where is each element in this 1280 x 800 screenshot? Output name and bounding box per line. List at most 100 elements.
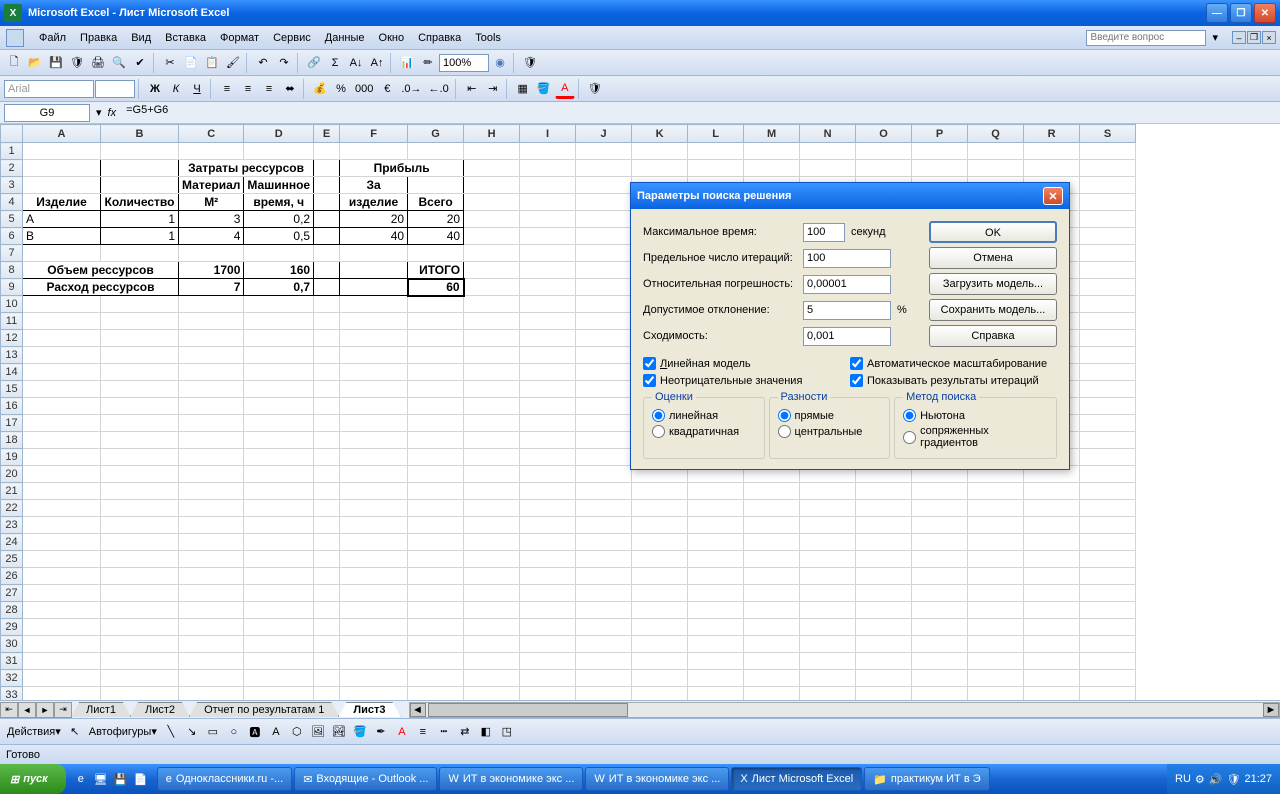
cell[interactable]: [314, 415, 340, 432]
cell[interactable]: [179, 670, 244, 687]
cell[interactable]: [408, 653, 464, 670]
cell[interactable]: [576, 585, 632, 602]
row-header[interactable]: 7: [1, 245, 23, 262]
cell[interactable]: [244, 653, 314, 670]
dialog-titlebar[interactable]: Параметры поиска решения ✕: [631, 183, 1069, 209]
col-header[interactable]: M: [744, 125, 800, 143]
cell[interactable]: [576, 364, 632, 381]
cell[interactable]: [314, 636, 340, 653]
cell[interactable]: [576, 449, 632, 466]
cell[interactable]: 0,2: [244, 211, 314, 228]
cell[interactable]: [576, 432, 632, 449]
cell[interactable]: [101, 296, 179, 313]
row-header[interactable]: 12: [1, 330, 23, 347]
cell[interactable]: [744, 585, 800, 602]
cell[interactable]: [1024, 551, 1080, 568]
cell[interactable]: [244, 619, 314, 636]
cell[interactable]: [408, 381, 464, 398]
cell[interactable]: [340, 245, 408, 262]
cell[interactable]: Затраты рессурсов: [179, 160, 314, 177]
cell[interactable]: [968, 687, 1024, 701]
col-header[interactable]: H: [464, 125, 520, 143]
cell[interactable]: [340, 143, 408, 160]
cell[interactable]: [464, 568, 520, 585]
menu-data[interactable]: Данные: [318, 29, 372, 47]
wordart-icon[interactable]: A: [266, 722, 286, 742]
line-icon[interactable]: ╲: [161, 722, 181, 742]
cell[interactable]: [464, 483, 520, 500]
cell[interactable]: [800, 653, 856, 670]
cell[interactable]: [968, 160, 1024, 177]
row-header[interactable]: 22: [1, 500, 23, 517]
cell[interactable]: [408, 568, 464, 585]
cell[interactable]: [1080, 432, 1136, 449]
cell[interactable]: [23, 296, 101, 313]
cell[interactable]: [23, 143, 101, 160]
cell[interactable]: [520, 279, 576, 296]
cell[interactable]: [464, 296, 520, 313]
row-header[interactable]: 11: [1, 313, 23, 330]
cell[interactable]: [520, 177, 576, 194]
cell[interactable]: 1700: [179, 262, 244, 279]
cell[interactable]: [340, 347, 408, 364]
cell[interactable]: [23, 449, 101, 466]
cell[interactable]: 0,7: [244, 279, 314, 296]
row-header[interactable]: 33: [1, 687, 23, 701]
line-style-icon[interactable]: ≡: [413, 722, 433, 742]
max-time-input[interactable]: [803, 223, 845, 242]
row-header[interactable]: 28: [1, 602, 23, 619]
cell[interactable]: [314, 585, 340, 602]
cell[interactable]: [408, 687, 464, 701]
col-header[interactable]: D: [244, 125, 314, 143]
paste-icon[interactable]: 📋: [202, 53, 222, 73]
currency-icon[interactable]: 💰: [310, 79, 330, 99]
cell[interactable]: [800, 602, 856, 619]
cell[interactable]: [1080, 330, 1136, 347]
cell[interactable]: [632, 585, 688, 602]
cell[interactable]: [520, 602, 576, 619]
cell[interactable]: [179, 500, 244, 517]
permission-icon[interactable]: 🛡: [67, 53, 87, 73]
cell[interactable]: [800, 551, 856, 568]
maximize-button[interactable]: ❐: [1230, 3, 1252, 23]
cell[interactable]: [101, 517, 179, 534]
cell[interactable]: [340, 653, 408, 670]
col-header[interactable]: Q: [968, 125, 1024, 143]
cell[interactable]: [340, 313, 408, 330]
cell[interactable]: М²: [179, 194, 244, 211]
cell[interactable]: [408, 449, 464, 466]
col-header[interactable]: O: [856, 125, 912, 143]
row-header[interactable]: 19: [1, 449, 23, 466]
preview-icon[interactable]: 🔍: [109, 53, 129, 73]
cell[interactable]: [179, 415, 244, 432]
decrease-decimal-icon[interactable]: ←.0: [426, 79, 452, 99]
cell[interactable]: [856, 160, 912, 177]
cell[interactable]: [101, 670, 179, 687]
line-color-icon[interactable]: ✒: [371, 722, 391, 742]
cell[interactable]: [101, 602, 179, 619]
increase-decimal-icon[interactable]: .0→: [398, 79, 424, 99]
cell[interactable]: [244, 432, 314, 449]
cell[interactable]: [101, 415, 179, 432]
cell[interactable]: [340, 398, 408, 415]
cell[interactable]: [800, 517, 856, 534]
cell[interactable]: [23, 347, 101, 364]
cell[interactable]: [244, 245, 314, 262]
cell[interactable]: [101, 568, 179, 585]
load-model-button[interactable]: Загрузить модель...: [929, 273, 1057, 295]
cell[interactable]: [1024, 160, 1080, 177]
cell[interactable]: [968, 534, 1024, 551]
cell[interactable]: [520, 653, 576, 670]
cell[interactable]: [520, 364, 576, 381]
row-header[interactable]: 20: [1, 466, 23, 483]
sheet-tab[interactable]: Отчет по результатам 1: [189, 702, 339, 717]
cell[interactable]: [856, 483, 912, 500]
cell[interactable]: [1080, 449, 1136, 466]
row-header[interactable]: 30: [1, 636, 23, 653]
cell[interactable]: 40: [408, 228, 464, 245]
cell[interactable]: [179, 347, 244, 364]
cell[interactable]: [1080, 568, 1136, 585]
cell[interactable]: [576, 194, 632, 211]
cell[interactable]: [744, 602, 800, 619]
cell[interactable]: [520, 466, 576, 483]
